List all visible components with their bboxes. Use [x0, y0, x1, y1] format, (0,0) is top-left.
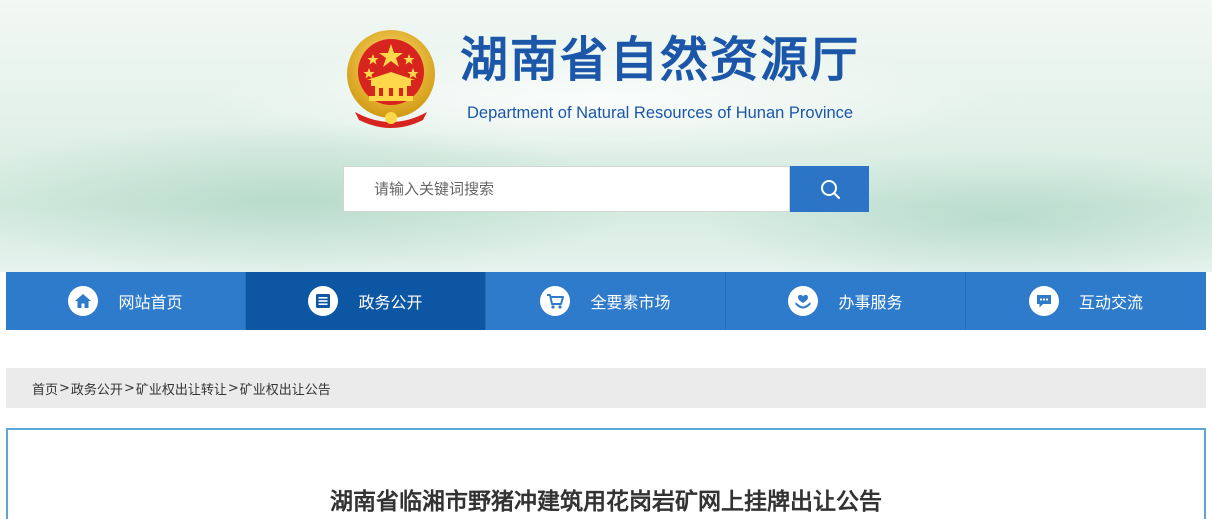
search-bar — [343, 166, 869, 212]
search-input[interactable] — [343, 166, 790, 212]
breadcrumb-link-government-affairs[interactable]: 政务公开 — [71, 379, 123, 398]
cart-icon — [540, 286, 571, 316]
site-header: 湖南省自然资源厅 Department of Natural Resources… — [0, 0, 1212, 272]
site-subtitle: Department of Natural Resources of Hunan… — [467, 104, 854, 122]
article-container: 湖南省临湘市野猪冲建筑用花岗岩矿网上挂牌出让公告 — [6, 428, 1206, 519]
breadcrumb-separator: > — [123, 380, 135, 396]
chat-bubble-icon — [1028, 286, 1059, 316]
site-title: 湖南省自然资源厅 — [460, 32, 861, 88]
home-icon — [68, 286, 99, 316]
breadcrumb-separator: > — [227, 380, 239, 396]
nav-label: 全要素市场 — [590, 293, 671, 312]
breadcrumb: 首页 > 政务公开 > 矿业权出让转让 > 矿业权出让公告 — [6, 368, 1206, 408]
breadcrumb-separator: > — [59, 380, 70, 396]
nav-item-market[interactable]: 全要素市场 — [486, 272, 726, 330]
nav-item-home[interactable]: 网站首页 — [6, 272, 246, 330]
nav-item-government-affairs[interactable]: 政务公开 — [246, 272, 486, 330]
article-title: 湖南省临湘市野猪冲建筑用花岗岩矿网上挂牌出让公告 — [330, 489, 882, 515]
search-icon — [820, 180, 840, 199]
document-list-icon — [308, 286, 339, 316]
national-emblem-icon — [347, 30, 435, 128]
nav-item-interaction[interactable]: 互动交流 — [966, 272, 1206, 330]
nav-item-services[interactable]: 办事服务 — [726, 272, 966, 330]
nav-label: 网站首页 — [118, 293, 183, 312]
breadcrumb-link-home[interactable]: 首页 — [32, 379, 58, 398]
nav-label: 政务公开 — [358, 293, 423, 312]
breadcrumb-link-mining-announcement[interactable]: 矿业权出让公告 — [240, 379, 331, 398]
nav-label: 办事服务 — [838, 293, 903, 312]
main-navigation: 网站首页 政务公开 全要素市场 办事服务 互动交流 — [6, 272, 1206, 330]
breadcrumb-link-mining-rights[interactable]: 矿业权出让转让 — [136, 379, 227, 398]
search-button[interactable] — [790, 166, 869, 212]
nav-label: 互动交流 — [1078, 293, 1143, 312]
service-hands-icon — [788, 286, 819, 316]
